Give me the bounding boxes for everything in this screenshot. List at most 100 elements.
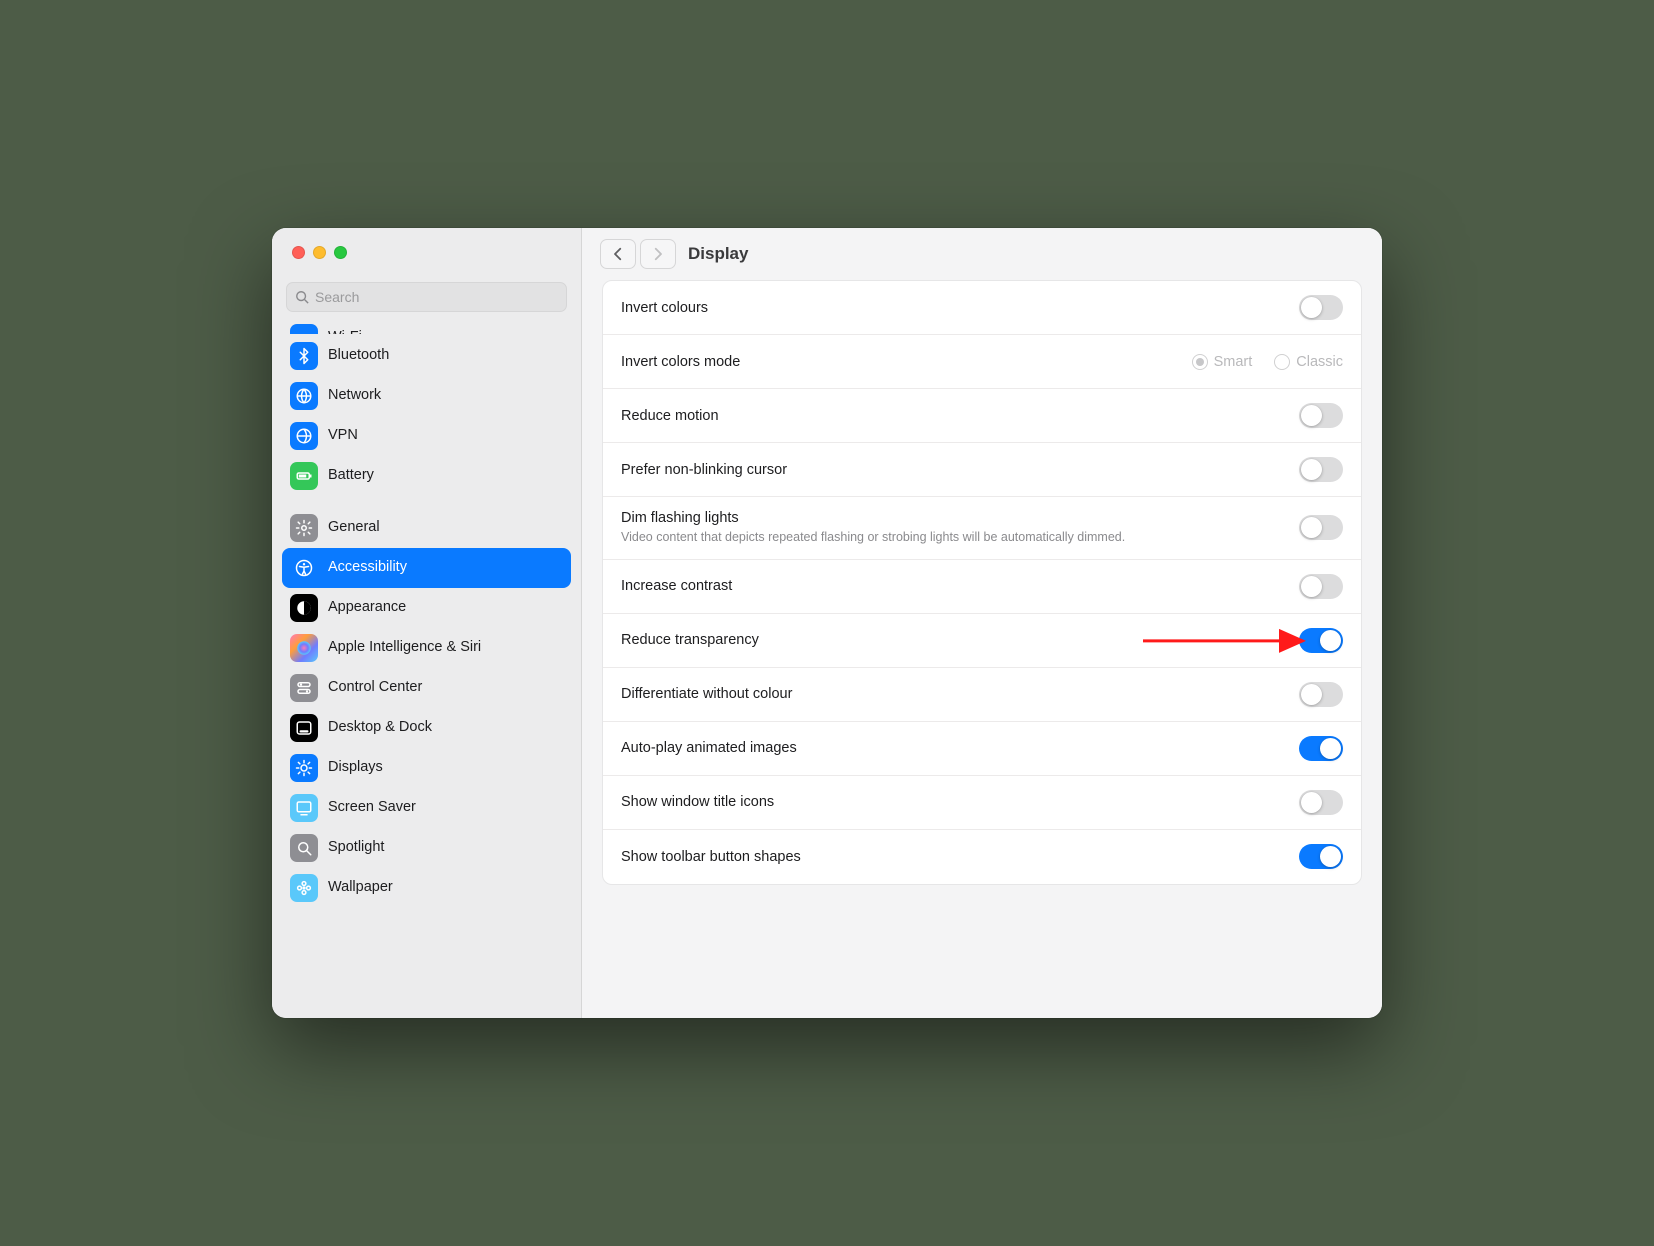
setting-label: Reduce transparency	[621, 632, 1285, 648]
sidebar-list: Wi-Fi Bluetooth Network VPN Battery General Ac…	[272, 324, 581, 1018]
settings-panel: Invert colours Invert colors mode Smart Cla…	[602, 280, 1362, 885]
vpn-icon	[290, 422, 318, 450]
setting-label: Reduce motion	[621, 408, 1285, 424]
sidebar-item-wifi[interactable]: Wi-Fi	[282, 324, 571, 334]
sidebar-item-network[interactable]: Network	[282, 376, 571, 416]
sidebar-item-label: Control Center	[328, 679, 422, 696]
appearance-icon	[290, 594, 318, 622]
flower-icon	[290, 874, 318, 902]
search-input[interactable]	[315, 289, 558, 305]
zoom-window-button[interactable]	[334, 246, 347, 259]
setting-label: Show toolbar button shapes	[621, 849, 1285, 865]
sidebar-item-bluetooth[interactable]: Bluetooth	[282, 336, 571, 376]
setting-row-reduce-motion: Reduce motion	[603, 389, 1361, 443]
sidebar-item-label: Wallpaper	[328, 879, 393, 896]
sidebar-item-label: Wi-Fi	[328, 329, 362, 334]
close-window-button[interactable]	[292, 246, 305, 259]
toggle-increase-contrast[interactable]	[1299, 574, 1343, 599]
gear-icon	[290, 514, 318, 542]
toggle-reduce-motion[interactable]	[1299, 403, 1343, 428]
setting-row-invert-colors-mode: Invert colors mode Smart Classic	[603, 335, 1361, 389]
setting-label: Show window title icons	[621, 794, 1285, 810]
search-icon	[295, 290, 309, 304]
nav-back-button[interactable]	[600, 239, 636, 269]
siri-icon	[290, 634, 318, 662]
search-field[interactable]	[286, 282, 567, 312]
sidebar-item-spotlight[interactable]: Spotlight	[282, 828, 571, 868]
radio-label: Classic	[1296, 354, 1343, 370]
toggle-reduce-transparency[interactable]	[1299, 628, 1343, 653]
sidebar-item-ai-siri[interactable]: Apple Intelligence & Siri	[282, 628, 571, 668]
radio-circle-icon	[1274, 354, 1290, 370]
nav-forward-button[interactable]	[640, 239, 676, 269]
sidebar-item-label: Displays	[328, 759, 383, 776]
sidebar-item-label: Network	[328, 387, 381, 404]
toggle-invert-colours[interactable]	[1299, 295, 1343, 320]
sidebar-item-screen-saver[interactable]: Screen Saver	[282, 788, 571, 828]
sidebar-item-label: Apple Intelligence & Siri	[328, 639, 481, 656]
sidebar-item-label: Bluetooth	[328, 347, 389, 364]
screensaver-icon	[290, 794, 318, 822]
settings-window: Wi-Fi Bluetooth Network VPN Battery General Ac…	[272, 228, 1382, 1018]
setting-label: Invert colours	[621, 300, 1285, 316]
radio-option-smart: Smart	[1192, 354, 1253, 370]
toggle-show-toolbar-button-shapes[interactable]	[1299, 844, 1343, 869]
sidebar-item-label: General	[328, 519, 380, 536]
minimize-window-button[interactable]	[313, 246, 326, 259]
setting-row-invert-colours: Invert colours	[603, 281, 1361, 335]
toggle-prefer-non-blinking-cursor[interactable]	[1299, 457, 1343, 482]
setting-row-dim-flashing-lights: Dim flashing lights Video content that de…	[603, 497, 1361, 560]
setting-row-show-window-title-icons: Show window title icons	[603, 776, 1361, 830]
setting-label: Dim flashing lights	[621, 510, 1285, 526]
search-icon	[290, 834, 318, 862]
wifi-icon	[290, 324, 318, 334]
dock-icon	[290, 714, 318, 742]
setting-row-increase-contrast: Increase contrast	[603, 560, 1361, 614]
page-title: Display	[688, 244, 748, 264]
setting-label: Differentiate without colour	[621, 686, 1285, 702]
window-controls	[272, 228, 581, 276]
setting-row-show-toolbar-button-shapes: Show toolbar button shapes	[603, 830, 1361, 884]
toggle-dim-flashing-lights[interactable]	[1299, 515, 1343, 540]
switches-icon	[290, 674, 318, 702]
toggle-auto-play-animated-images[interactable]	[1299, 736, 1343, 761]
sidebar-item-displays[interactable]: Displays	[282, 748, 571, 788]
sidebar-item-label: Screen Saver	[328, 799, 416, 816]
setting-description: Video content that depicts repeated flas…	[621, 529, 1285, 546]
sidebar-item-desktop-dock[interactable]: Desktop & Dock	[282, 708, 571, 748]
setting-label: Increase contrast	[621, 578, 1285, 594]
titlebar: Display	[582, 228, 1382, 280]
setting-label: Prefer non-blinking cursor	[621, 462, 1285, 478]
radio-label: Smart	[1214, 354, 1253, 370]
sidebar-item-wallpaper[interactable]: Wallpaper	[282, 868, 571, 908]
brightness-icon	[290, 754, 318, 782]
toggle-differentiate-without-colour[interactable]	[1299, 682, 1343, 707]
main-panel: Display Invert colours Invert colors mode…	[582, 228, 1382, 1018]
settings-content: Invert colours Invert colors mode Smart Cla…	[582, 280, 1382, 1018]
sidebar: Wi-Fi Bluetooth Network VPN Battery General Ac…	[272, 228, 582, 1018]
radio-group-invert-colors-mode: Smart Classic	[1192, 354, 1343, 370]
setting-row-reduce-transparency: Reduce transparency	[603, 614, 1361, 668]
accessibility-icon	[290, 554, 318, 582]
sidebar-item-accessibility[interactable]: Accessibility	[282, 548, 571, 588]
sidebar-item-battery[interactable]: Battery	[282, 456, 571, 496]
setting-label: Auto-play animated images	[621, 740, 1285, 756]
sidebar-item-label: VPN	[328, 427, 358, 444]
sidebar-item-control-center[interactable]: Control Center	[282, 668, 571, 708]
sidebar-item-label: Accessibility	[328, 559, 407, 576]
radio-circle-icon	[1192, 354, 1208, 370]
radio-option-classic: Classic	[1274, 354, 1343, 370]
battery-icon	[290, 462, 318, 490]
sidebar-item-label: Battery	[328, 467, 374, 484]
setting-row-prefer-non-blinking-cursor: Prefer non-blinking cursor	[603, 443, 1361, 497]
sidebar-item-label: Spotlight	[328, 839, 384, 856]
sidebar-item-label: Desktop & Dock	[328, 719, 432, 736]
sidebar-item-vpn[interactable]: VPN	[282, 416, 571, 456]
globe-icon	[290, 382, 318, 410]
setting-row-auto-play-animated-images: Auto-play animated images	[603, 722, 1361, 776]
sidebar-item-general[interactable]: General	[282, 508, 571, 548]
toggle-show-window-title-icons[interactable]	[1299, 790, 1343, 815]
setting-label: Invert colors mode	[621, 354, 1178, 370]
sidebar-item-appearance[interactable]: Appearance	[282, 588, 571, 628]
bluetooth-icon	[290, 342, 318, 370]
